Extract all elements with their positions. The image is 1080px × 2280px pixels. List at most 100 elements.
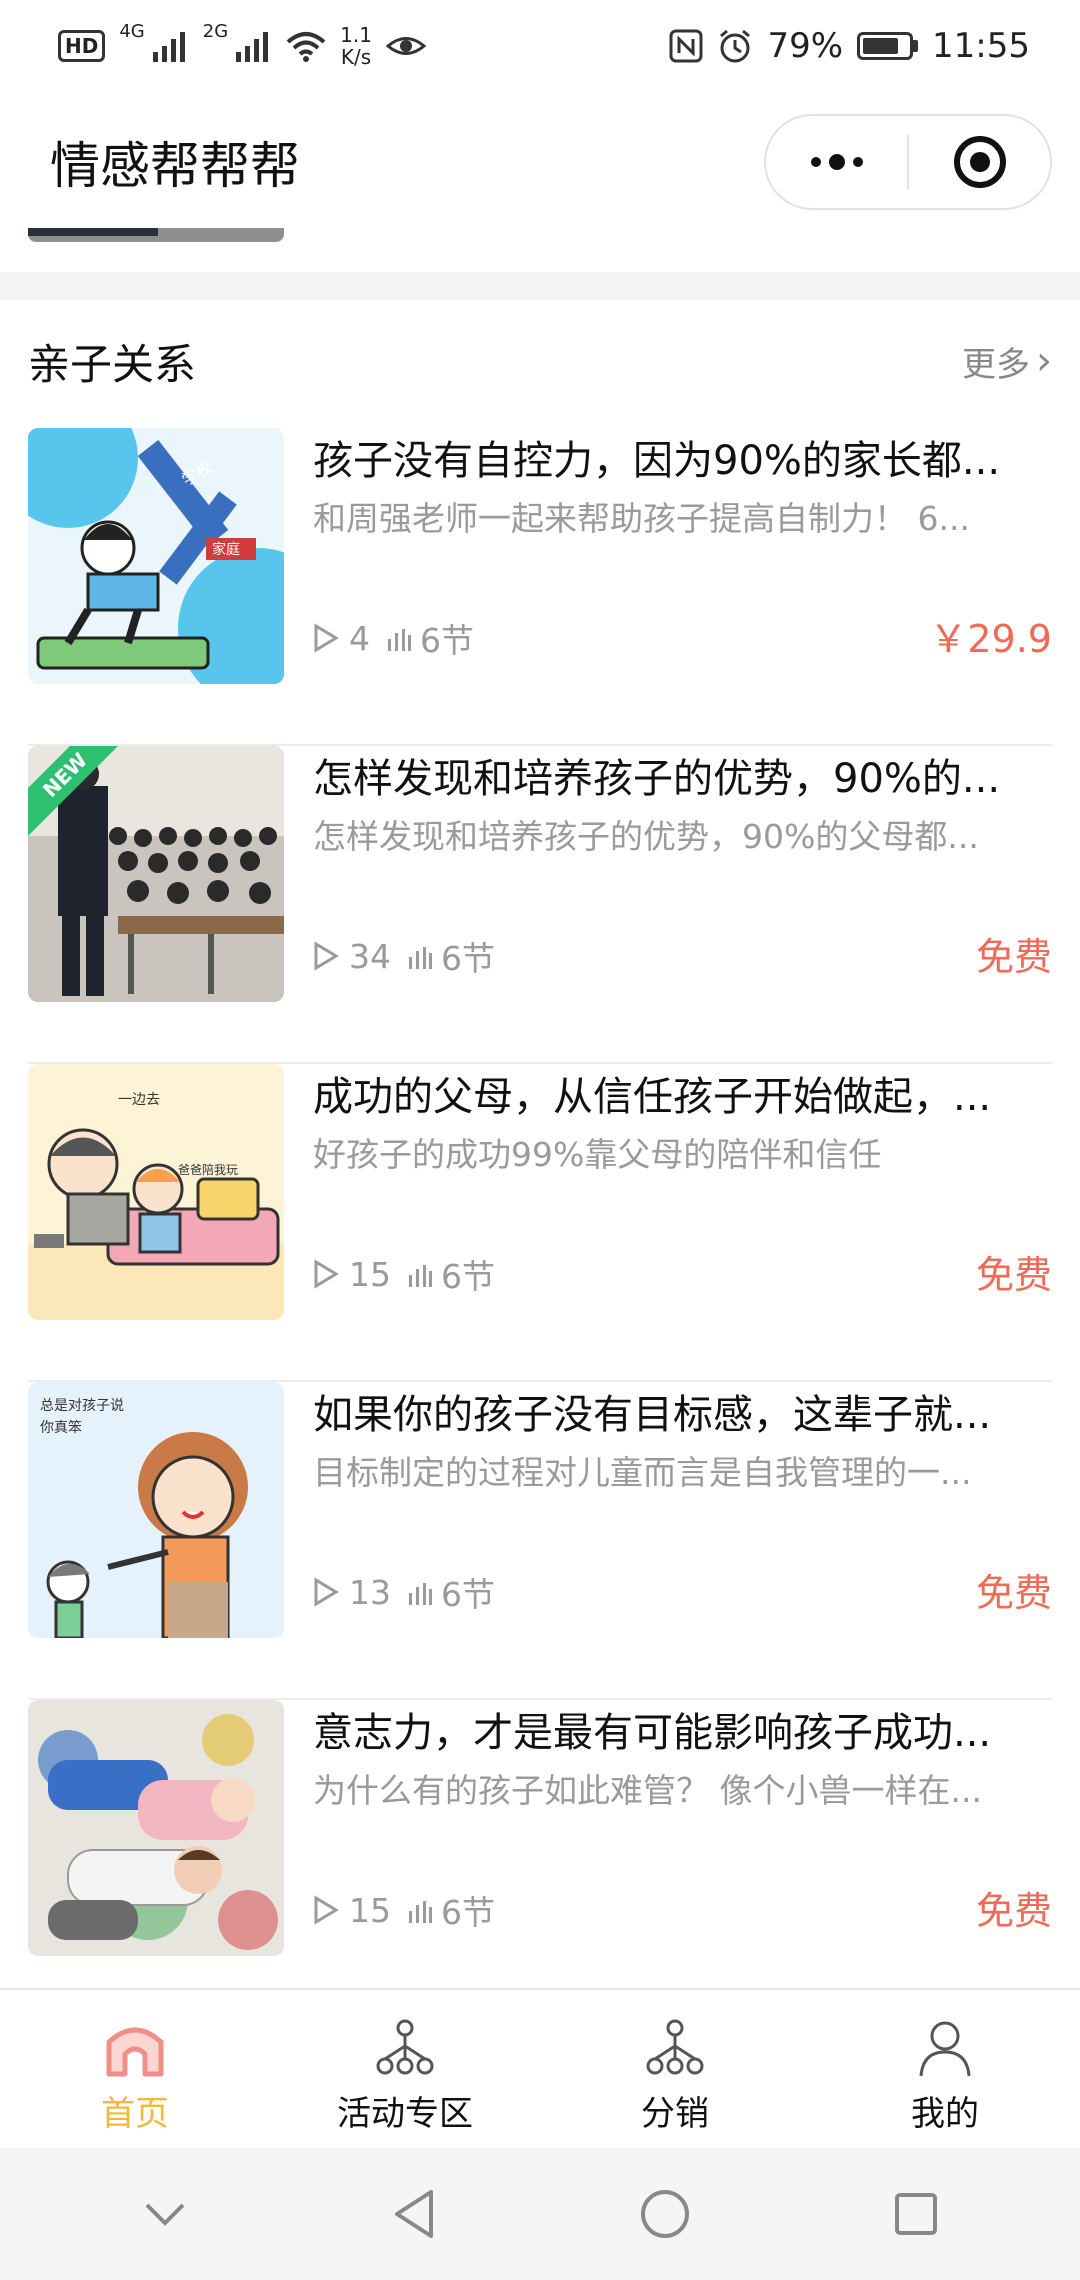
- tab-label: 分销: [641, 2094, 709, 2134]
- course-title: 孩子没有自控力，因为90%的家长都...: [313, 438, 1001, 484]
- play-icon: [314, 1577, 339, 1607]
- status-right: 79% 11:55: [669, 26, 1030, 66]
- play-count: 15: [349, 1254, 391, 1294]
- play-icon: [314, 941, 339, 971]
- course-price: ￥29.9: [929, 617, 1052, 661]
- tab-label: 我的: [911, 2094, 979, 2134]
- user-icon: [919, 2021, 971, 2077]
- app-screen: HD 4G 2G 1.1 K/s 79% 11:55 情感帮帮帮 亲子关系 更多…: [0, 0, 1080, 2280]
- network-speed: 1.1 K/s: [340, 24, 372, 68]
- tab-activity-zone[interactable]: 活动专区: [270, 1990, 540, 2148]
- lessons-bars-icon: [409, 947, 432, 969]
- course-meta: 4 6节: [313, 614, 474, 662]
- close-miniprogram-button[interactable]: [909, 116, 1050, 208]
- course-item[interactable]: NEW 怎样发现和培养孩子的优势，90%的... 怎样发现和培养孩子的优势，90…: [28, 746, 1052, 1064]
- course-item[interactable]: 意志力，才是最有可能影响孩子成功... 为什么有的孩子如此难管？ 像个小兽一样在…: [28, 1700, 1052, 2018]
- clock: 11:55: [932, 26, 1030, 66]
- course-info: 意志力，才是最有可能影响孩子成功... 为什么有的孩子如此难管？ 像个小兽一样在…: [313, 1700, 1052, 1956]
- course-thumbnail: 一边去 爸爸陪我玩: [28, 1064, 284, 1320]
- more-label: 更多: [962, 344, 1030, 385]
- lesson-count: 6节: [420, 621, 474, 660]
- play-count: 4: [349, 618, 370, 658]
- thumb-caption-2: 爸爸陪我玩: [178, 1162, 238, 1177]
- alarm-icon: [720, 29, 751, 63]
- course-thumbnail: 学校 家庭: [28, 428, 284, 684]
- network-type-1: 4G: [119, 21, 145, 42]
- section-divider: [0, 272, 1080, 300]
- tab-home[interactable]: 首页: [0, 1990, 270, 2148]
- system-nav-bar: [0, 2148, 1080, 2280]
- course-thumbnail: [28, 1700, 284, 1956]
- back-icon[interactable]: [391, 2188, 437, 2240]
- course-info: 成功的父母，从信任孩子开始做起，... 好孩子的成功99%靠父母的陪伴和信任 1…: [313, 1064, 1052, 1320]
- tab-profile[interactable]: 我的: [810, 1990, 1080, 2148]
- previous-item-thumbnail: [28, 228, 284, 242]
- battery-icon: [857, 32, 919, 60]
- course-description: 好孩子的成功99%靠父母的陪伴和信任: [313, 1135, 882, 1174]
- status-bar: HD 4G 2G 1.1 K/s 79% 11:55: [0, 0, 1080, 92]
- thumb-caption-2: 你真笨: [40, 1420, 82, 1436]
- home-circle-icon[interactable]: [639, 2188, 691, 2240]
- title-bar: 情感帮帮帮: [0, 92, 1080, 232]
- course-description: 目标制定的过程对儿童而言是自我管理的一...: [313, 1453, 972, 1492]
- more-link[interactable]: 更多 ›: [962, 337, 1052, 386]
- course-price: 免费: [975, 1253, 1052, 1297]
- network-type-2: 2G: [202, 21, 229, 42]
- course-item[interactable]: 总是对孩子说 你真笨 如果你的孩子没有目标感，这辈子就... 目标制定的过程对儿…: [28, 1382, 1052, 1700]
- hd-badge: HD: [58, 30, 106, 62]
- play-count: 15: [349, 1890, 391, 1930]
- course-meta: 13 6节: [313, 1568, 495, 1616]
- network-tree-icon: [376, 2019, 434, 2075]
- course-title: 成功的父母，从信任孩子开始做起，...: [313, 1074, 992, 1120]
- target-icon: [953, 136, 1006, 188]
- course-item[interactable]: 一边去 爸爸陪我玩 成功的父母，从信任孩子开始做起，... 好孩子的成功99%靠…: [28, 1064, 1052, 1382]
- recents-square-icon[interactable]: [893, 2191, 939, 2237]
- thumb-sign-family: 家庭: [212, 541, 240, 558]
- more-menu-button[interactable]: [766, 116, 907, 208]
- home-icon: [106, 2027, 164, 2077]
- wifi-icon: [286, 32, 326, 62]
- play-icon: [314, 623, 339, 653]
- play-count: 13: [349, 1572, 391, 1612]
- lesson-count: 6节: [441, 1575, 495, 1614]
- course-info: 怎样发现和培养孩子的优势，90%的... 怎样发现和培养孩子的优势，90%的父母…: [313, 746, 1052, 1002]
- tab-label: 活动专区: [337, 2094, 473, 2134]
- course-price: 免费: [975, 935, 1052, 979]
- play-icon: [314, 1895, 339, 1925]
- course-description: 怎样发现和培养孩子的优势，90%的父母都...: [313, 817, 979, 856]
- course-item[interactable]: 学校 家庭 孩子没有自控力，因为90%的家长都... 和周强老师一起来帮助孩子提…: [28, 428, 1052, 746]
- page-title: 情感帮帮帮: [50, 137, 300, 195]
- lessons-bars-icon: [388, 629, 411, 651]
- course-description: 为什么有的孩子如此难管？ 像个小兽一样在...: [313, 1771, 982, 1810]
- tab-label: 首页: [101, 2094, 169, 2134]
- course-price: 免费: [975, 1889, 1052, 1933]
- lesson-count: 6节: [441, 1257, 495, 1296]
- course-info: 孩子没有自控力，因为90%的家长都... 和周强老师一起来帮助孩子提高自制力！ …: [313, 428, 1052, 684]
- signal-icon-2: [236, 32, 269, 62]
- thumb-caption-1: 一边去: [118, 1092, 160, 1108]
- capsule-menu: [764, 114, 1052, 210]
- tab-distribution[interactable]: 分销: [540, 1990, 810, 2148]
- status-left: HD 4G 2G 1.1 K/s: [58, 21, 426, 68]
- course-description: 和周强老师一起来帮助孩子提高自制力！ 6...: [313, 499, 970, 538]
- network-tree-icon: [646, 2019, 704, 2075]
- course-meta: 15 6节: [313, 1250, 495, 1298]
- play-icon: [314, 1259, 339, 1289]
- lessons-bars-icon: [409, 1583, 432, 1605]
- course-title: 意志力，才是最有可能影响孩子成功...: [313, 1710, 992, 1756]
- bottom-tab-bar: 首页 活动专区 分销 我的: [0, 1988, 1080, 2148]
- chevron-right-icon: ›: [1036, 338, 1052, 384]
- play-count: 34: [349, 936, 391, 976]
- chevron-down-icon[interactable]: [141, 2199, 189, 2229]
- battery-percent: 79%: [767, 26, 844, 66]
- course-meta: 34 6节: [313, 932, 495, 980]
- thumb-caption-1: 总是对孩子说: [40, 1398, 124, 1414]
- speed-value: 1.1: [340, 23, 372, 47]
- eye-icon: [385, 37, 426, 55]
- course-info: 如果你的孩子没有目标感，这辈子就... 目标制定的过程对儿童而言是自我管理的一.…: [313, 1382, 1052, 1638]
- signal-icon: [152, 32, 185, 62]
- section-header: 亲子关系 更多 ›: [0, 300, 1080, 422]
- course-meta: 15 6节: [313, 1886, 495, 1934]
- course-price: 免费: [975, 1571, 1052, 1615]
- lessons-bars-icon: [409, 1901, 432, 1923]
